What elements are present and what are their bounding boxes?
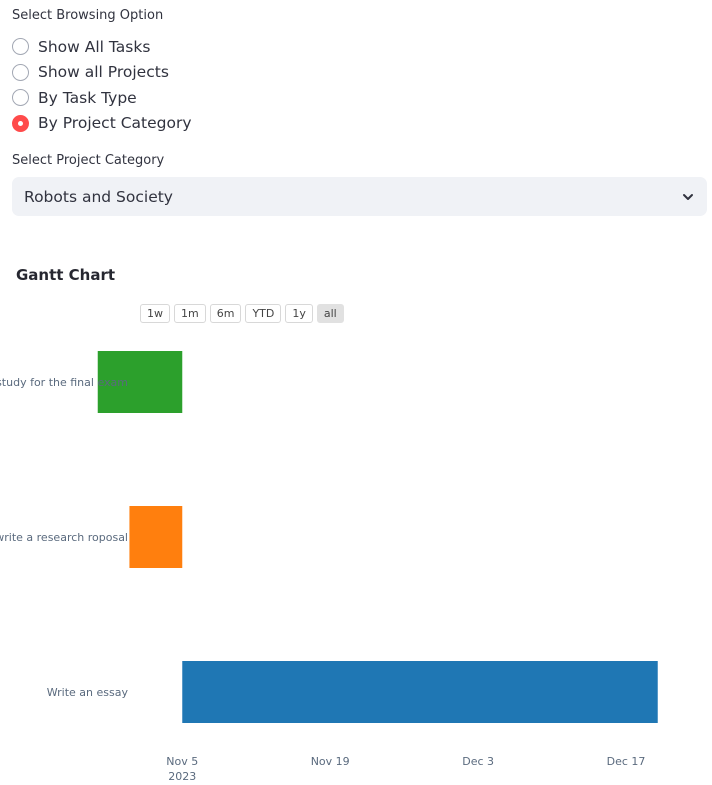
x-tick-label: Dec 3	[462, 755, 494, 768]
x-tick-label: Dec 17	[607, 755, 646, 768]
project-category-select[interactable]: Robots and Society	[12, 177, 707, 216]
radio-button-icon[interactable]	[12, 63, 29, 81]
range-button-all[interactable]: all	[316, 304, 344, 323]
chevron-down-icon[interactable]	[681, 190, 695, 204]
range-button-1m[interactable]: 1m	[174, 304, 206, 323]
range-selector: 1w 1m 6m YTD 1y all	[140, 304, 344, 323]
chart-title: Gantt Chart	[16, 266, 116, 284]
range-button-1w[interactable]: 1w	[140, 304, 170, 323]
x-tick-sublabel: 2023	[168, 770, 196, 783]
x-tick-label: Nov 19	[311, 755, 350, 768]
radio-label: Show all Projects	[38, 63, 169, 82]
radio-show-all-tasks[interactable]: Show All Tasks	[12, 34, 192, 60]
browsing-option-label: Select Browsing Option	[12, 8, 164, 23]
select-value: Robots and Society	[24, 187, 173, 206]
radio-by-task-type[interactable]: By Task Type	[12, 85, 192, 111]
gantt-task-label: write a research roposal	[0, 531, 128, 544]
radio-label: Show All Tasks	[38, 37, 151, 56]
radio-button-checked-icon[interactable]	[12, 114, 29, 132]
project-category-label: Select Project Category	[12, 153, 165, 168]
radio-label: By Task Type	[38, 88, 137, 107]
gantt-task-label: study for the final exam	[0, 376, 128, 389]
radio-by-project-category[interactable]: By Project Category	[12, 111, 192, 137]
range-button-ytd[interactable]: YTD	[245, 304, 282, 323]
gantt-bar[interactable]	[182, 661, 658, 723]
radio-button-icon[interactable]	[12, 89, 29, 107]
browsing-radio-group: Show All Tasks Show all Projects By Task…	[12, 34, 192, 136]
gantt-bar[interactable]	[129, 506, 183, 568]
radio-label: By Project Category	[38, 114, 192, 133]
gantt-task-label: Write an essay	[47, 686, 129, 699]
radio-button-icon[interactable]	[12, 38, 29, 56]
x-tick-label: Nov 5	[166, 755, 198, 768]
range-button-1y[interactable]: 1y	[285, 304, 313, 323]
range-button-6m[interactable]: 6m	[209, 304, 242, 323]
radio-show-all-projects[interactable]: Show all Projects	[12, 60, 192, 86]
gantt-chart: study for the final exam write a research…	[0, 351, 658, 783]
